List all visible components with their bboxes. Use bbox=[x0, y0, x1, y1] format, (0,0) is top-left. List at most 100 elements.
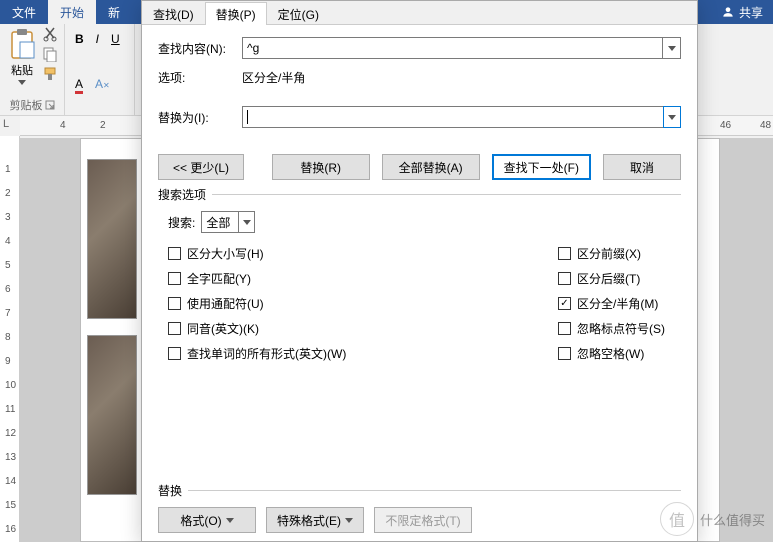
find-what-value: ^g bbox=[247, 41, 259, 55]
paste-button[interactable]: 粘贴 bbox=[6, 26, 38, 87]
ribbon-tab-file[interactable]: 文件 bbox=[0, 0, 48, 24]
ribbon-tab-home[interactable]: 开始 bbox=[48, 0, 96, 24]
replace-with-label: 替换为(I): bbox=[158, 109, 234, 126]
search-direction-dropdown[interactable] bbox=[238, 212, 254, 232]
format-painter-icon[interactable] bbox=[42, 66, 58, 82]
font-color-button[interactable]: A bbox=[71, 75, 87, 93]
tab-goto[interactable]: 定位(G) bbox=[267, 2, 330, 25]
dialog-tab-strip: 查找(D) 替换(P) 定位(G) bbox=[142, 1, 697, 25]
checkbox-label: 使用通配符(U) bbox=[187, 295, 264, 312]
options-value: 区分全/半角 bbox=[242, 69, 305, 86]
copy-icon[interactable] bbox=[42, 46, 58, 62]
bold-button[interactable]: B bbox=[71, 30, 88, 48]
hruler-tick: 46 bbox=[720, 120, 731, 131]
find-what-dropdown[interactable] bbox=[662, 38, 680, 58]
chevron-down-icon bbox=[668, 115, 676, 120]
checkbox-left-0[interactable]: 区分大小写(H) bbox=[168, 245, 418, 262]
replace-button[interactable]: 替换(R) bbox=[272, 154, 370, 180]
action-button-row: << 更少(L) 替换(R) 全部替换(A) 查找下一处(F) 取消 bbox=[158, 154, 681, 180]
options-label: 选项: bbox=[158, 69, 234, 86]
cut-icon[interactable] bbox=[42, 26, 58, 42]
checkbox-left-2[interactable]: 使用通配符(U) bbox=[168, 295, 418, 312]
underline-button[interactable]: U bbox=[107, 30, 124, 48]
font-group: B I U A A✕ bbox=[65, 24, 135, 115]
chevron-down-icon bbox=[345, 518, 353, 523]
paste-label: 粘贴 bbox=[11, 62, 33, 78]
checkbox-label: 查找单词的所有形式(英文)(W) bbox=[187, 345, 346, 362]
hruler-tick: 2 bbox=[100, 120, 106, 131]
replace-section-title: 替换 bbox=[158, 482, 188, 499]
checkbox-box-icon bbox=[558, 322, 571, 335]
document-image-2[interactable] bbox=[87, 335, 137, 495]
clear-format-button[interactable]: A✕ bbox=[91, 75, 114, 93]
checkbox-box-icon bbox=[168, 322, 181, 335]
document-image-1[interactable] bbox=[87, 159, 137, 319]
find-next-button[interactable]: 查找下一处(F) bbox=[492, 154, 591, 180]
checkbox-box-icon bbox=[168, 297, 181, 310]
checkbox-right-2[interactable]: 区分全/半角(M) bbox=[558, 295, 665, 312]
find-what-input[interactable]: ^g bbox=[242, 37, 681, 59]
share-label: 共享 bbox=[739, 4, 763, 21]
person-icon bbox=[721, 5, 735, 19]
checkbox-right-1[interactable]: 区分后缀(T) bbox=[558, 270, 665, 287]
clipboard-small-buttons bbox=[38, 26, 58, 87]
checkbox-label: 区分全/半角(M) bbox=[577, 295, 658, 312]
search-direction-select[interactable]: 全部 bbox=[201, 211, 255, 233]
search-options-title: 搜索选项 bbox=[158, 186, 212, 203]
checkbox-box-icon bbox=[168, 247, 181, 260]
watermark: 值 什么值得买 bbox=[660, 502, 765, 536]
checkbox-label: 忽略标点符号(S) bbox=[577, 320, 665, 337]
share-button[interactable]: 共享 bbox=[711, 0, 773, 24]
search-direction-value: 全部 bbox=[206, 214, 230, 231]
chevron-down-icon bbox=[18, 80, 26, 85]
checkbox-box-icon bbox=[168, 347, 181, 360]
clipboard-paste-icon bbox=[8, 28, 36, 60]
replace-format-section: 替换 格式(O) 特殊格式(E) 不限定格式(T) bbox=[158, 462, 681, 533]
checkbox-columns: 区分大小写(H) 全字匹配(Y) 使用通配符(U) 同音(英文)(K) 查找单词的所有形… bbox=[168, 245, 681, 362]
checkbox-label: 忽略空格(W) bbox=[577, 345, 644, 362]
italic-button[interactable]: I bbox=[92, 30, 103, 48]
checkbox-left-4[interactable]: 查找单词的所有形式(英文)(W) bbox=[168, 345, 418, 362]
dialog-body: 查找内容(N): ^g 选项: 区分全/半角 替换为(I): << 更少(L) … bbox=[142, 25, 697, 541]
find-replace-dialog: 查找(D) 替换(P) 定位(G) 查找内容(N): ^g 选项: 区分全/半角… bbox=[141, 0, 698, 542]
cancel-button[interactable]: 取消 bbox=[603, 154, 681, 180]
hruler-tick: 48 bbox=[760, 120, 771, 131]
watermark-icon: 值 bbox=[660, 502, 694, 536]
text-cursor-icon bbox=[247, 110, 248, 124]
format-button[interactable]: 格式(O) bbox=[158, 507, 256, 533]
checkbox-label: 区分前缀(X) bbox=[577, 245, 641, 262]
special-format-button[interactable]: 特殊格式(E) bbox=[266, 507, 364, 533]
checkbox-left-1[interactable]: 全字匹配(Y) bbox=[168, 270, 418, 287]
no-format-button: 不限定格式(T) bbox=[374, 507, 472, 533]
checkbox-label: 同音(英文)(K) bbox=[187, 320, 259, 337]
search-options-fieldset: 搜索选项 搜索: 全部 区分大小写(H)全字匹配(Y)使用通配符(U)同音(英文… bbox=[158, 194, 681, 362]
replace-with-input[interactable] bbox=[242, 106, 681, 128]
clipboard-group: 粘贴 剪贴板 bbox=[0, 24, 65, 115]
tab-replace[interactable]: 替换(P) bbox=[205, 2, 267, 25]
vertical-ruler[interactable]: 1 2 3 4 5 6 7 8 9 10 11 12 13 14 15 16 bbox=[0, 136, 20, 542]
checkbox-label: 全字匹配(Y) bbox=[187, 270, 251, 287]
less-button[interactable]: << 更少(L) bbox=[158, 154, 244, 180]
ribbon-tab-new-partial[interactable]: 新 bbox=[96, 0, 132, 24]
checkbox-box-icon bbox=[558, 247, 571, 260]
checkbox-box-icon bbox=[558, 297, 571, 310]
checkbox-right-3[interactable]: 忽略标点符号(S) bbox=[558, 320, 665, 337]
ruler-label-L: L bbox=[3, 118, 9, 130]
hruler-tick: 4 bbox=[60, 120, 66, 131]
clipboard-group-label: 剪贴板 bbox=[6, 97, 58, 115]
checkbox-left-3[interactable]: 同音(英文)(K) bbox=[168, 320, 418, 337]
checkbox-right-0[interactable]: 区分前缀(X) bbox=[558, 245, 665, 262]
replace-with-dropdown[interactable] bbox=[663, 106, 681, 128]
search-direction-label: 搜索: bbox=[168, 214, 195, 231]
watermark-text: 什么值得买 bbox=[700, 510, 765, 529]
chevron-down-icon bbox=[243, 220, 251, 225]
checkbox-label: 区分大小写(H) bbox=[187, 245, 264, 262]
find-what-label: 查找内容(N): bbox=[158, 40, 234, 57]
checkbox-right-4[interactable]: 忽略空格(W) bbox=[558, 345, 665, 362]
chevron-down-icon bbox=[668, 46, 676, 51]
replace-all-button[interactable]: 全部替换(A) bbox=[382, 154, 480, 180]
dialog-launcher-icon[interactable] bbox=[45, 100, 55, 110]
checkbox-box-icon bbox=[558, 347, 571, 360]
tab-find[interactable]: 查找(D) bbox=[142, 2, 205, 25]
checkbox-label: 区分后缀(T) bbox=[577, 270, 640, 287]
